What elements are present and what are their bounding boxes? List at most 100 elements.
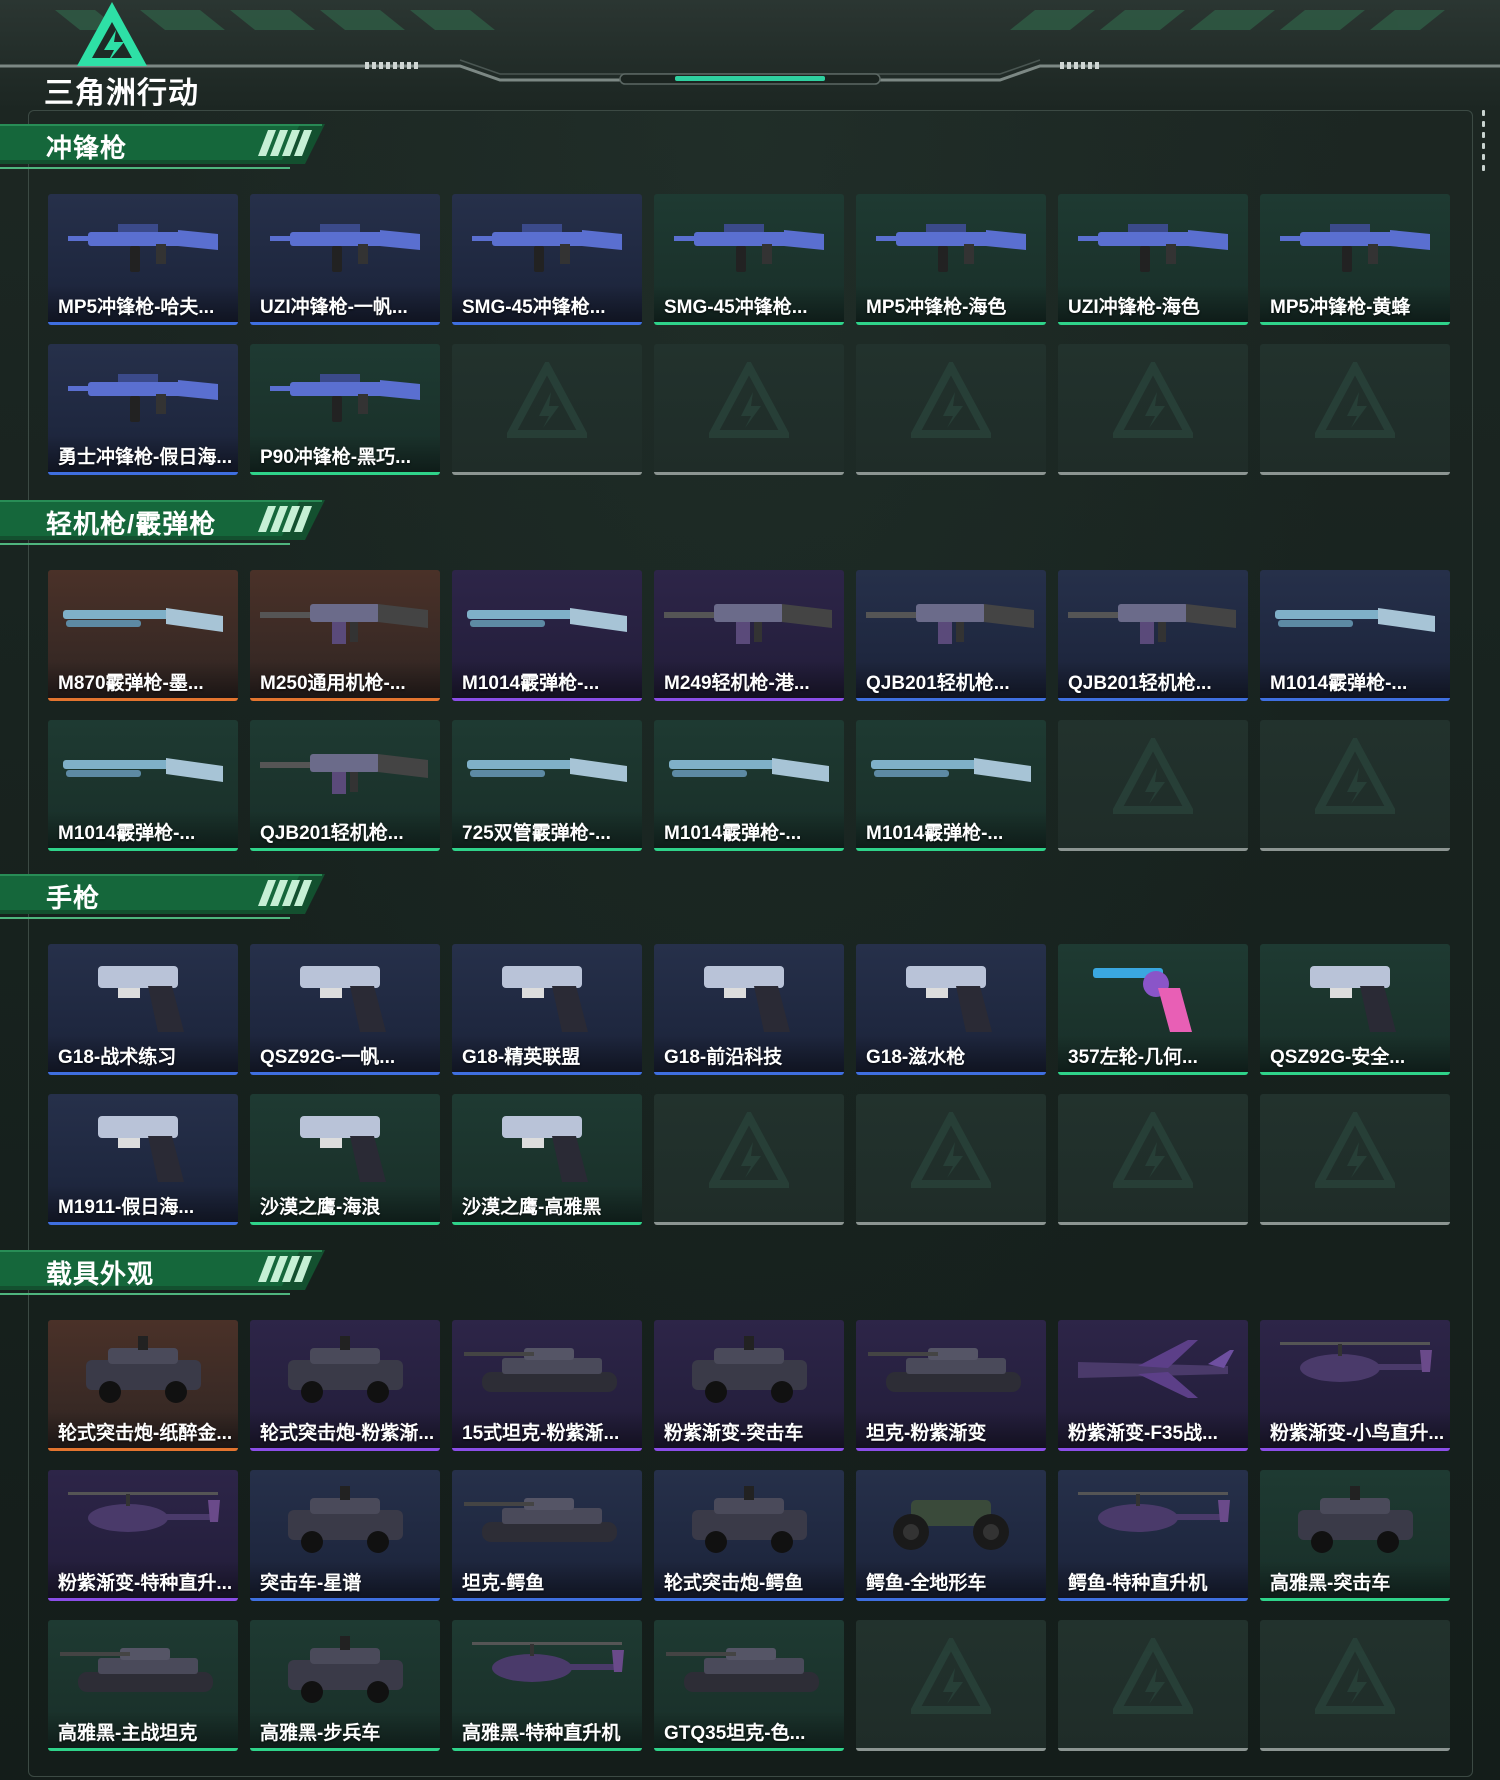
skin-card[interactable]: QJB201轻机枪... [1058,570,1248,701]
watermark-logo-icon [1113,1638,1193,1714]
skin-card[interactable]: G18-精英联盟 [452,944,642,1075]
shotgun-icon [467,758,627,782]
rarity-bar [250,1448,440,1451]
rarity-bar [452,698,642,701]
logo-icon [77,2,147,66]
skin-card[interactable]: SMG-45冲锋枪... [452,194,642,325]
skin-card[interactable]: 轮式突击炮-纸醉金... [48,1320,238,1451]
pistol-icon [704,966,790,1032]
heli-icon [68,1492,220,1532]
skin-card[interactable]: 高雅黑-特种直升机 [452,1620,642,1751]
skin-card[interactable]: 粉紫渐变-F35战... [1058,1320,1248,1451]
tank-icon [666,1648,819,1692]
rarity-bar [1260,848,1450,851]
skin-card[interactable]: QJB201轻机枪... [250,720,440,851]
heli-icon [472,1642,624,1682]
skin-name: QJB201轻机枪... [1068,673,1212,694]
skin-card[interactable]: SMG-45冲锋枪... [654,194,844,325]
empty-slot [1058,1094,1248,1225]
skin-card[interactable]: 高雅黑-步兵车 [250,1620,440,1751]
empty-slot [1260,720,1450,851]
skin-card[interactable]: 沙漠之鹰-海浪 [250,1094,440,1225]
skin-card[interactable]: M1911-假日海... [48,1094,238,1225]
rarity-bar [250,322,440,325]
skin-name: 15式坦克-粉紫渐... [462,1423,620,1444]
empty-slot [654,1094,844,1225]
lmg-icon [866,604,1034,644]
skin-card[interactable]: G18-前沿科技 [654,944,844,1075]
skin-card[interactable]: MP5冲锋枪-哈夫... [48,194,238,325]
empty-slot [1260,344,1450,475]
scrollbar-indicator[interactable] [1482,110,1486,180]
skin-card[interactable]: 725双管霰弹枪-... [452,720,642,851]
skin-card[interactable]: QSZ92G-安全... [1260,944,1450,1075]
skin-card[interactable]: G18-战术练习 [48,944,238,1075]
skin-card[interactable]: M250通用机枪-... [250,570,440,701]
skin-card[interactable]: MP5冲锋枪-黄蜂 [1260,194,1450,325]
skin-name: G18-滋水枪 [866,1047,966,1068]
rarity-bar [1260,1448,1450,1451]
skin-card[interactable]: M1014霰弹枪-... [48,720,238,851]
skin-card[interactable]: 沙漠之鹰-高雅黑 [452,1094,642,1225]
skin-card[interactable]: 15式坦克-粉紫渐... [452,1320,642,1451]
skin-card[interactable]: 鳄鱼-特种直升机 [1058,1470,1248,1601]
skin-name: M250通用机枪-... [260,673,406,694]
skin-card[interactable]: 突击车-星谱 [250,1470,440,1601]
skin-card[interactable]: 坦克-粉紫渐变 [856,1320,1046,1451]
skin-card[interactable]: P90冲锋枪-黑巧... [250,344,440,475]
lmg-icon [260,754,428,794]
skin-name: M1014霰弹枪-... [58,823,196,844]
skin-name: G18-精英联盟 [462,1047,581,1068]
rarity-bar [856,1598,1046,1601]
empty-slot [654,344,844,475]
vehicle-icon [692,1486,807,1553]
rarity-bar [452,848,642,851]
skin-card[interactable]: M1014霰弹枪-... [1260,570,1450,701]
skin-name: 粉紫渐变-F35战... [1068,1423,1218,1444]
skin-card[interactable]: MP5冲锋枪-海色 [856,194,1046,325]
skin-card[interactable]: QJB201轻机枪... [856,570,1046,701]
skin-card[interactable]: GTQ35坦克-色... [654,1620,844,1751]
skin-name: SMG-45冲锋枪... [664,297,808,318]
skin-name: 坦克-粉紫渐变 [866,1423,987,1444]
section-title: 轻机枪/霰弹枪 [46,509,217,539]
watermark-logo-icon [1315,1112,1395,1188]
skin-card[interactable]: M1014霰弹枪-... [654,720,844,851]
watermark-logo-icon [507,362,587,438]
skin-card[interactable]: 粉紫渐变-小鸟直升... [1260,1320,1450,1451]
skin-card[interactable]: M249轻机枪-港... [654,570,844,701]
skin-card[interactable]: UZI冲锋枪-海色 [1058,194,1248,325]
skin-name: QJB201轻机枪... [866,673,1010,694]
rarity-bar [48,1222,238,1225]
skin-card[interactable]: 高雅黑-突击车 [1260,1470,1450,1601]
skin-card[interactable]: M1014霰弹枪-... [856,720,1046,851]
lmg-icon [664,604,832,644]
rarity-bar [1058,1072,1248,1075]
skin-card[interactable]: QSZ92G-一帆... [250,944,440,1075]
skin-card[interactable]: 粉紫渐变-特种直升... [48,1470,238,1601]
rarity-bar [250,1072,440,1075]
skin-card[interactable]: 轮式突击炮-粉紫渐... [250,1320,440,1451]
skin-name: M1014霰弹枪-... [664,823,802,844]
rarity-bar [48,848,238,851]
skin-name: 沙漠之鹰-海浪 [260,1197,381,1218]
skin-card[interactable]: 勇士冲锋枪-假日海... [48,344,238,475]
skin-card[interactable]: G18-滋水枪 [856,944,1046,1075]
skin-card[interactable]: 鳄鱼-全地形车 [856,1470,1046,1601]
skin-card[interactable]: 坦克-鳄鱼 [452,1470,642,1601]
skin-card[interactable]: M1014霰弹枪-... [452,570,642,701]
pistol-icon [300,966,386,1032]
smg-icon [68,224,218,272]
skin-card[interactable]: 高雅黑-主战坦克 [48,1620,238,1751]
watermark-logo-icon [911,362,991,438]
skin-card[interactable]: 轮式突击炮-鳄鱼 [654,1470,844,1601]
skin-card[interactable]: M870霰弹枪-墨... [48,570,238,701]
empty-slot [856,1620,1046,1751]
rarity-bar [856,848,1046,851]
skin-card[interactable]: 粉紫渐变-突击车 [654,1320,844,1451]
section-header: 载具外观 [0,1244,340,1300]
empty-slot [856,344,1046,475]
skin-card[interactable]: UZI冲锋枪-一帆... [250,194,440,325]
skin-card[interactable]: 357左轮-几何... [1058,944,1248,1075]
smg-icon [68,374,218,422]
